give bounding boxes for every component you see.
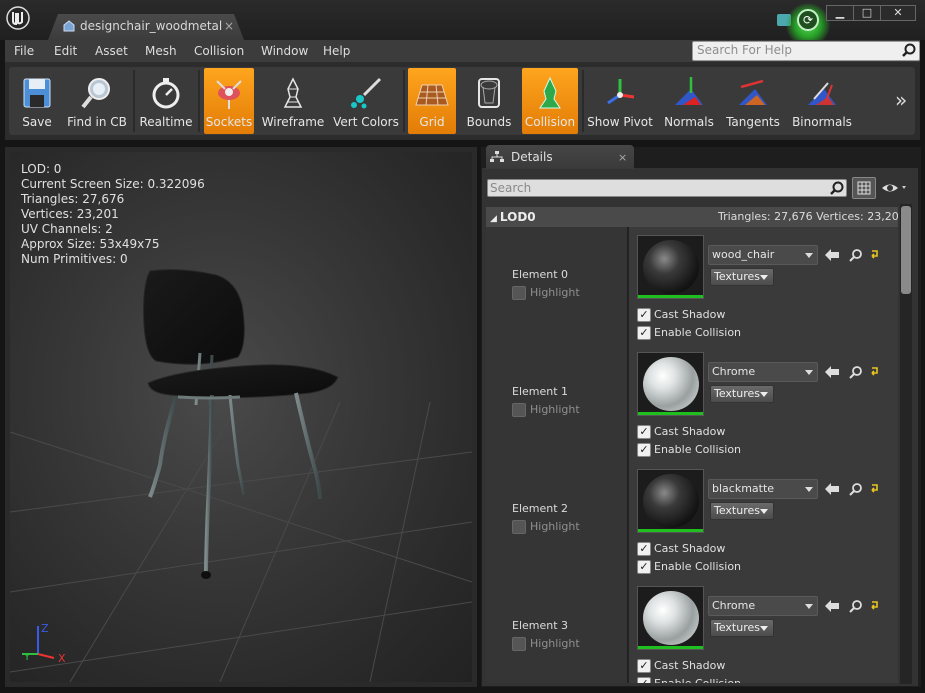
textures-button[interactable]: Textures — [710, 268, 774, 286]
browse-asset-icon[interactable] — [849, 482, 863, 496]
enable-collision-checkbox[interactable]: ✓ — [637, 560, 651, 574]
chevron-down-icon — [805, 604, 813, 609]
material-sphere — [643, 474, 699, 528]
highlight-checkbox[interactable] — [512, 520, 526, 534]
material-sphere — [643, 240, 699, 294]
textures-button[interactable]: Textures — [710, 619, 774, 637]
use-selected-asset-icon[interactable] — [824, 248, 840, 262]
textures-label: Textures — [714, 270, 760, 283]
element-label: Element 3 — [512, 619, 569, 632]
textures-label: Textures — [714, 621, 760, 634]
chevron-down-icon — [805, 253, 813, 258]
enable-collision-checkbox[interactable]: ✓ — [637, 677, 651, 683]
material-elements-list: Element 0 Highlight wood_chair Textures … — [0, 0, 925, 683]
reset-to-default-icon[interactable] — [869, 599, 879, 611]
enable-collision-checkbox[interactable]: ✓ — [637, 443, 651, 457]
textures-button[interactable]: Textures — [710, 385, 774, 403]
cast-shadow-checkbox[interactable]: ✓ — [637, 542, 651, 556]
reset-to-default-icon[interactable] — [869, 248, 879, 260]
highlight-checkbox[interactable] — [512, 637, 526, 651]
browse-asset-icon[interactable] — [849, 248, 863, 262]
element-label: Element 0 — [512, 268, 569, 281]
material-type-bar — [638, 412, 703, 415]
material-thumbnail[interactable] — [637, 469, 704, 533]
material-thumbnail[interactable] — [637, 235, 704, 299]
chevron-down-icon — [760, 392, 768, 397]
reset-to-default-icon[interactable] — [869, 482, 879, 494]
material-type-bar — [638, 646, 703, 649]
use-selected-asset-icon[interactable] — [824, 482, 840, 496]
browse-asset-icon[interactable] — [849, 365, 863, 379]
browse-asset-icon[interactable] — [849, 599, 863, 613]
cast-shadow-checkbox[interactable]: ✓ — [637, 425, 651, 439]
chevron-down-icon — [805, 370, 813, 375]
material-type-bar — [638, 529, 703, 532]
material-name: wood_chair — [712, 248, 775, 261]
highlight-label: Highlight — [530, 286, 580, 299]
chevron-down-icon — [760, 275, 768, 280]
material-name: Chrome — [712, 365, 756, 378]
material-sphere — [643, 357, 699, 411]
material-sphere — [643, 591, 699, 645]
cast-shadow-checkbox[interactable]: ✓ — [637, 308, 651, 322]
cast-shadow-checkbox[interactable]: ✓ — [637, 659, 651, 673]
cast-shadow-label: Cast Shadow — [654, 659, 726, 672]
highlight-label: Highlight — [530, 403, 580, 416]
cast-shadow-label: Cast Shadow — [654, 425, 726, 438]
reset-to-default-icon[interactable] — [869, 365, 879, 377]
material-name: blackmatte — [712, 482, 775, 495]
textures-button[interactable]: Textures — [710, 502, 774, 520]
chevron-down-icon — [805, 487, 813, 492]
cast-shadow-label: Cast Shadow — [654, 308, 726, 321]
material-name: Chrome — [712, 599, 756, 612]
material-thumbnail[interactable] — [637, 352, 704, 416]
textures-label: Textures — [714, 504, 760, 517]
chevron-down-icon — [760, 509, 768, 514]
material-type-bar — [638, 295, 703, 298]
enable-collision-label: Enable Collision — [654, 443, 742, 456]
use-selected-asset-icon[interactable] — [824, 365, 840, 379]
textures-label: Textures — [714, 387, 760, 400]
highlight-label: Highlight — [530, 520, 580, 533]
material-thumbnail[interactable] — [637, 586, 704, 650]
use-selected-asset-icon[interactable] — [824, 599, 840, 613]
chevron-down-icon — [760, 626, 768, 631]
enable-collision-label: Enable Collision — [654, 560, 742, 573]
cast-shadow-label: Cast Shadow — [654, 542, 726, 555]
highlight-checkbox[interactable] — [512, 286, 526, 300]
enable-collision-label: Enable Collision — [654, 326, 742, 339]
enable-collision-label: Enable Collision — [654, 677, 741, 683]
highlight-label: Highlight — [530, 637, 580, 650]
highlight-checkbox[interactable] — [512, 403, 526, 417]
element-label: Element 2 — [512, 502, 569, 515]
element-label: Element 1 — [512, 385, 569, 398]
enable-collision-checkbox[interactable]: ✓ — [637, 326, 651, 340]
